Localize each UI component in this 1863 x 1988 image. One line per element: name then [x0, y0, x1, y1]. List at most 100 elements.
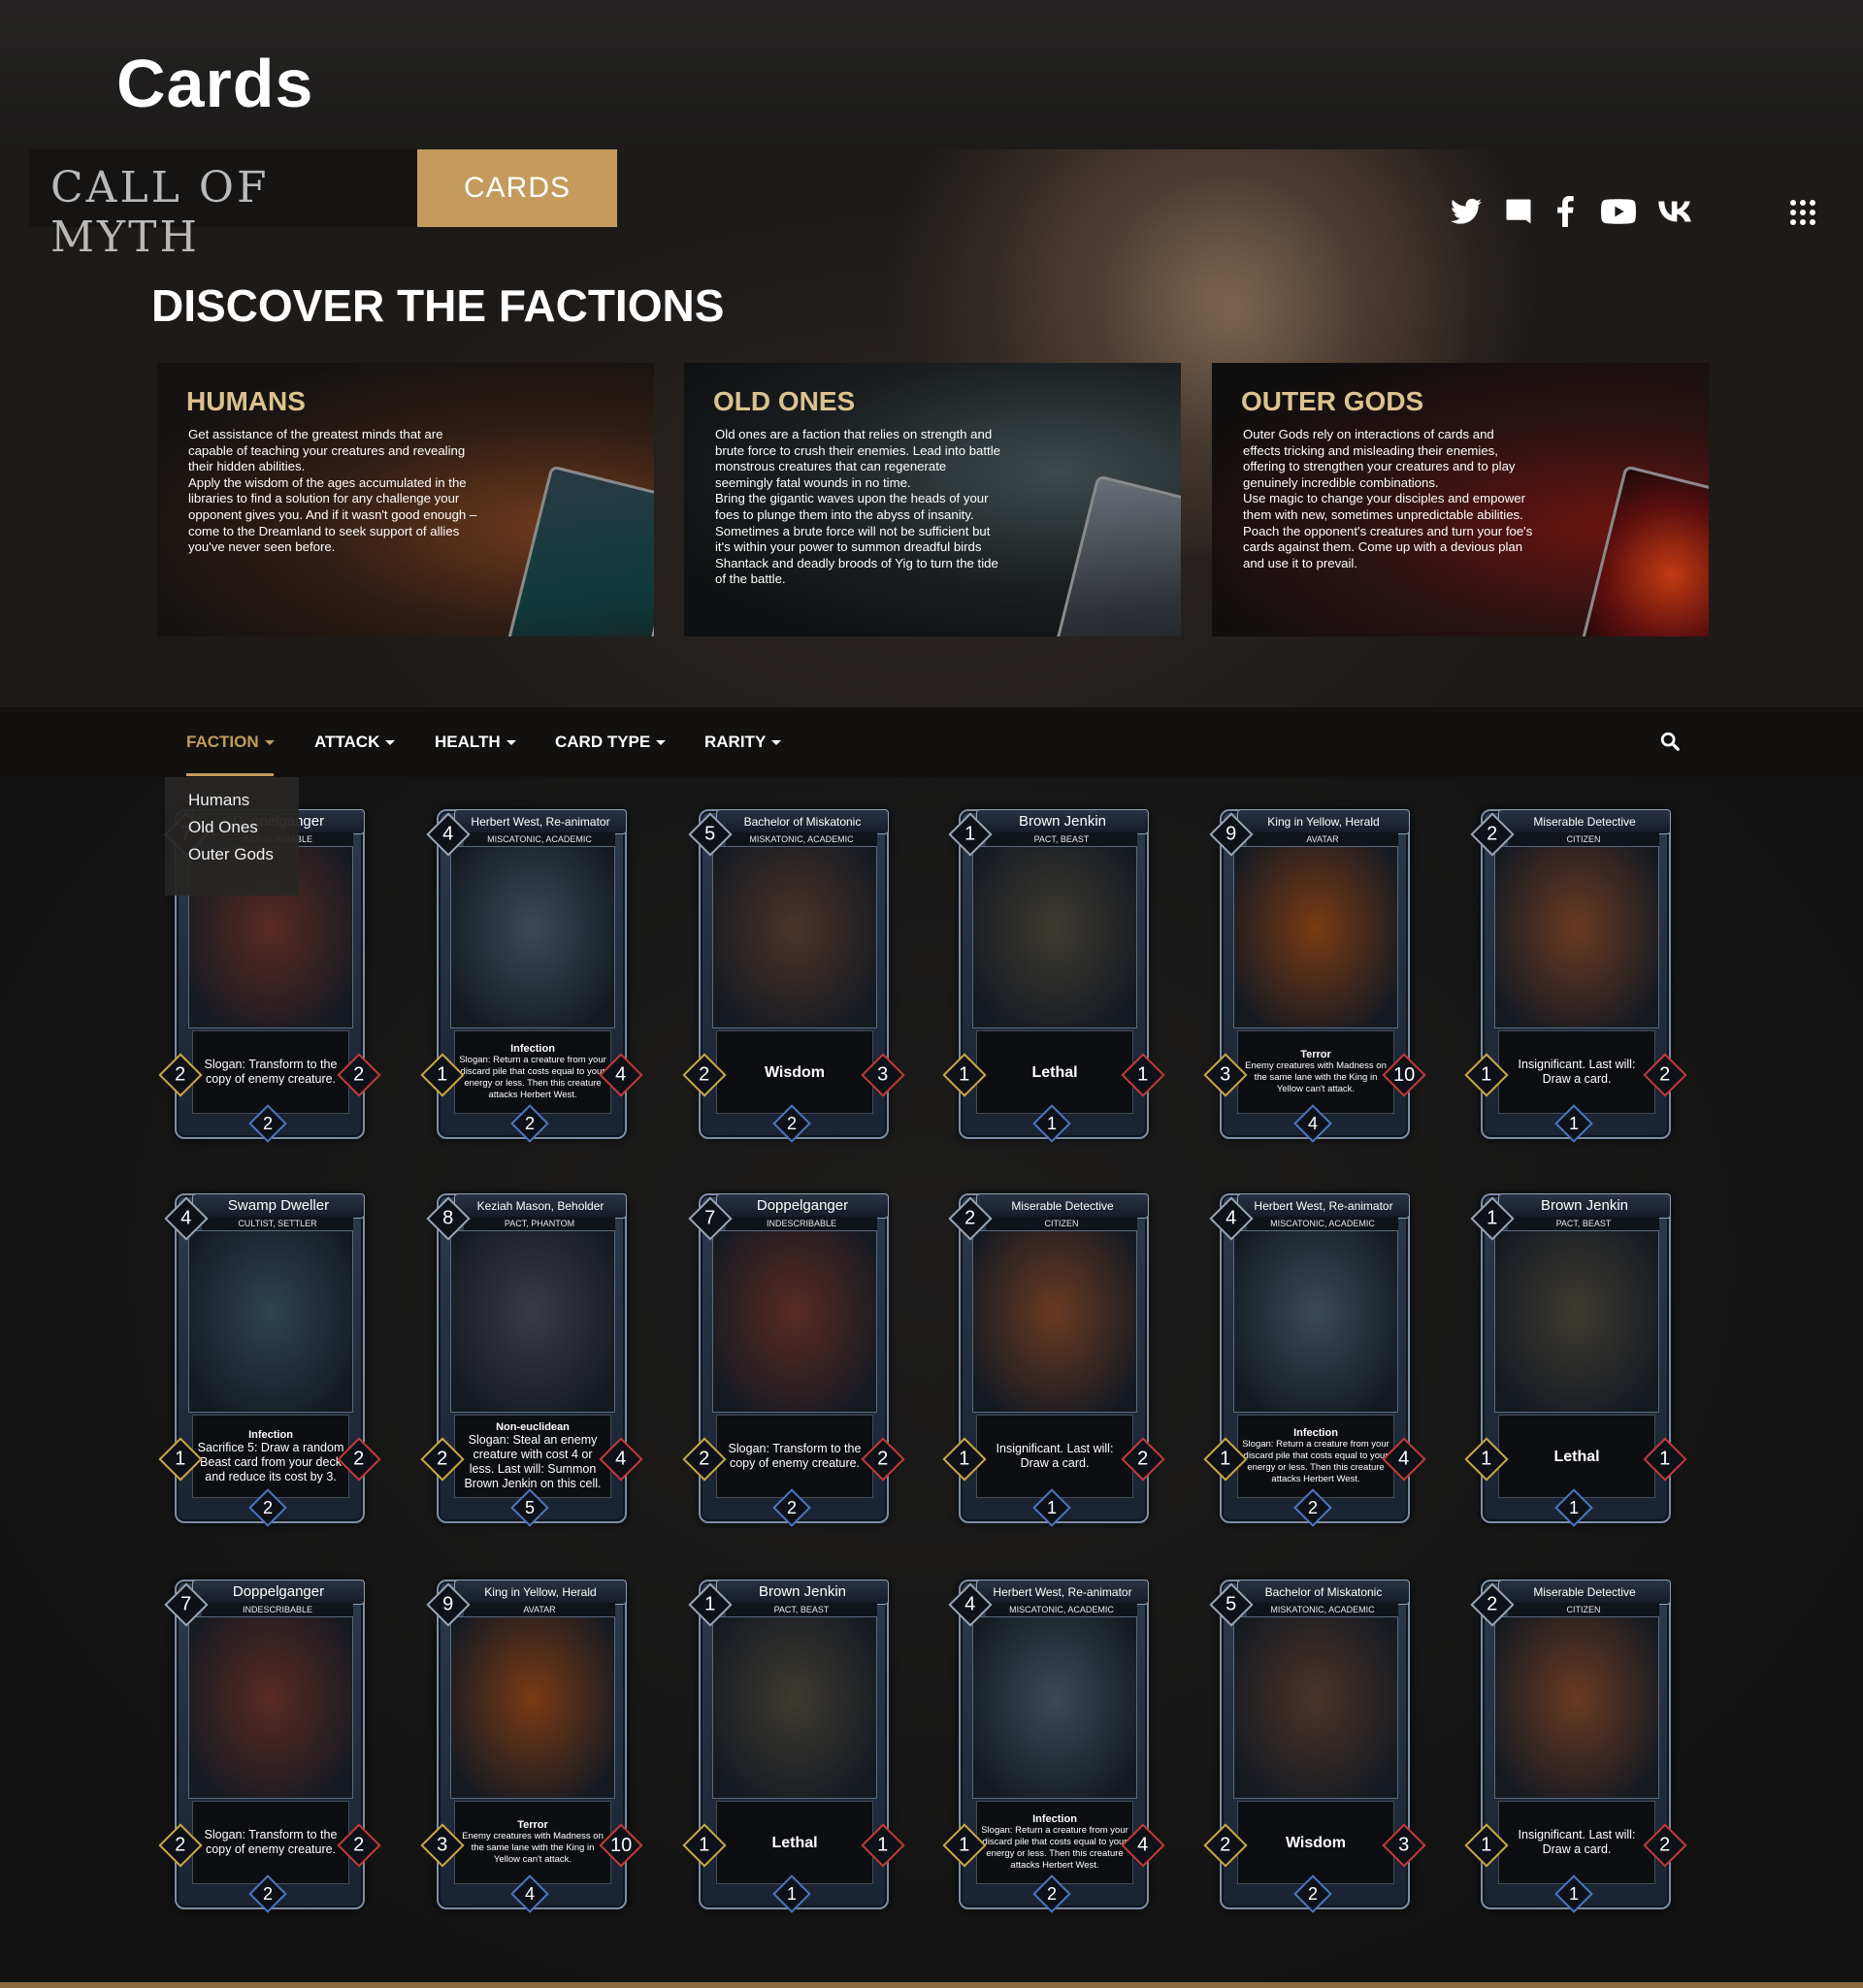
card-name: King in Yellow, Herald: [454, 1580, 627, 1605]
card-cost: 2: [1487, 824, 1498, 845]
card-textbox: Lethal: [716, 1801, 873, 1884]
apps-menu-icon[interactable]: [1790, 200, 1815, 225]
card-text: Slogan: Return a creature from your disc…: [1242, 1439, 1389, 1484]
card[interactable]: King in Yellow, Herald AVATAR Terror Enemy …: [1203, 801, 1426, 1143]
filter-bar: FACTION ATTACK HEALTH CARD TYPE RARITY: [0, 707, 1863, 777]
card-art: [1494, 1230, 1659, 1413]
filter-health[interactable]: HEALTH: [435, 733, 516, 752]
card[interactable]: Miserable Detective CITIZEN Insignificant.…: [942, 1186, 1165, 1527]
filter-faction[interactable]: FACTION: [186, 733, 275, 752]
card[interactable]: DoppelgangerINDESCRIBABLE Slogan: Transfo…: [158, 1572, 381, 1913]
card-attack: 2: [437, 1449, 448, 1470]
card-art: [1494, 846, 1659, 1028]
card[interactable]: Bachelor of Miskatonic MISKATONIC, ACADEM…: [682, 801, 905, 1143]
card[interactable]: Miserable Detective CITIZEN Insignificant.…: [1464, 1572, 1687, 1913]
chevron-down-icon: [264, 739, 275, 745]
card-grid: DoppelgangerINDESCRIBABLESlogan: Transfo…: [0, 777, 1863, 1982]
card-art: [972, 1616, 1137, 1799]
card[interactable]: Swamp Dweller CULTIST, SETTLER Infection Sa…: [158, 1186, 381, 1527]
card-textbox: Slogan: Transform to the copy of enemy c…: [192, 1030, 349, 1114]
card-tags: CULTIST, SETTLER: [202, 1217, 353, 1230]
card[interactable]: King in Yellow, Herald AVATAR Terror Enemy …: [420, 1572, 643, 1913]
faction-panel-humans[interactable]: HUMANS Get assistance of the greatest mi…: [157, 363, 654, 636]
faction-panel-outer-gods[interactable]: OUTER GODS Outer Gods rely on interactio…: [1212, 363, 1709, 636]
card-attack: 1: [1481, 1064, 1492, 1086]
card[interactable]: Brown Jenkin PACT, BEAST Lethal 1 1 1 1: [1464, 1186, 1687, 1527]
vk-icon[interactable]: [1658, 194, 1693, 229]
card[interactable]: Herbert West, Re-animator MISCATONIC, ACA…: [420, 801, 643, 1143]
card[interactable]: Bachelor of Miskatonic MISKATONIC, ACADEM…: [1203, 1572, 1426, 1913]
active-filter-underline: [186, 773, 274, 776]
card-name: Herbert West, Re-animator: [454, 809, 627, 834]
card-name: Keziah Mason, Beholder: [454, 1193, 627, 1219]
twitter-icon[interactable]: [1449, 194, 1484, 229]
card-health: 4: [1398, 1449, 1410, 1470]
youtube-icon[interactable]: [1601, 194, 1636, 229]
card-text: Lethal: [1031, 1063, 1078, 1081]
filter-rarity[interactable]: RARITY: [704, 733, 782, 752]
card-health: 10: [1392, 1064, 1416, 1086]
card-rarity: 2: [262, 1497, 274, 1517]
card-textbox: Insignificant. Last will: Draw a card.: [1498, 1030, 1655, 1114]
card-cost: 1: [1487, 1208, 1498, 1229]
card[interactable]: Miserable Detective CITIZEN Insignificant.…: [1464, 801, 1687, 1143]
card[interactable]: DoppelgangerINDESCRIBABLE Slogan: Transfo…: [682, 1186, 905, 1527]
card-cost: 4: [1226, 1208, 1237, 1229]
faction-card-art: [505, 465, 654, 636]
card-attack: 1: [175, 1449, 186, 1470]
card-health: 3: [1398, 1835, 1410, 1856]
card-text: Slogan: Return a creature from your disc…: [459, 1055, 606, 1100]
dropdown-option-old-ones[interactable]: Old Ones: [165, 814, 299, 841]
dropdown-option-outer-gods[interactable]: Outer Gods: [165, 841, 299, 868]
card-art: [712, 846, 877, 1028]
card-name: Bachelor of Miskatonic: [1237, 1580, 1410, 1605]
faction-panel-old-ones[interactable]: OLD ONES Old ones are a faction that rel…: [684, 363, 1181, 636]
card-rarity: 1: [1568, 1497, 1580, 1517]
card-health: 2: [1659, 1064, 1671, 1086]
card-health: 4: [615, 1449, 627, 1470]
hero-banner: CALL OF MYTH CARDS DISCOVER THE FACTIONS…: [0, 149, 1863, 707]
card[interactable]: Brown Jenkin PACT, BEAST Lethal 1 1 1 1: [682, 1572, 905, 1913]
card-tags: CITIZEN: [1508, 832, 1659, 846]
card[interactable]: Herbert West, Re-animator MISCATONIC, ACA…: [942, 1572, 1165, 1913]
faction-title: OUTER GODS: [1241, 386, 1424, 416]
filter-card-type[interactable]: CARD TYPE: [555, 733, 667, 752]
logo-container[interactable]: CALL OF MYTH: [29, 149, 417, 262]
card-rarity: 2: [1307, 1497, 1319, 1517]
card-rarity: 1: [1046, 1113, 1058, 1133]
card-cost: 4: [442, 824, 454, 845]
card-tags: MISCATONIC, ACADEMIC: [986, 1603, 1137, 1616]
card[interactable]: Herbert West, Re-animator MISCATONIC, ACA…: [1203, 1186, 1426, 1527]
search-icon[interactable]: [1659, 731, 1681, 752]
card-tags: MISKATONIC, ACADEMIC: [726, 832, 877, 846]
card[interactable]: Keziah Mason, Beholder PACT, PHANTOM Non-e…: [420, 1186, 643, 1527]
card-attack: 3: [1220, 1064, 1231, 1086]
card-rarity: 1: [786, 1883, 798, 1904]
card-textbox: Lethal: [976, 1030, 1133, 1114]
card-art: [450, 1230, 615, 1413]
faction-title: HUMANS: [186, 386, 306, 416]
card-attack: 3: [437, 1835, 448, 1856]
card-tags: CITIZEN: [986, 1217, 1137, 1230]
card-textbox: Slogan: Transform to the copy of enemy c…: [716, 1415, 873, 1498]
facebook-icon[interactable]: [1548, 194, 1583, 229]
nav-cards-button[interactable]: CARDS: [417, 149, 617, 227]
card-art: [1233, 846, 1398, 1028]
card-keyword: Non-euclidean: [496, 1421, 570, 1433]
card-tags: PACT, BEAST: [1508, 1217, 1659, 1230]
card-textbox: Infection Slogan: Return a creature from …: [1237, 1415, 1394, 1498]
card-textbox: Insignificant. Last will: Draw a card.: [976, 1415, 1133, 1498]
dropdown-option-humans[interactable]: Humans: [165, 787, 299, 814]
card[interactable]: Brown Jenkin PACT, BEAST Lethal 1 1 1 1: [942, 801, 1165, 1143]
card-text: Slogan: Transform to the copy of enemy c…: [204, 1828, 338, 1856]
card-attack: 2: [175, 1835, 186, 1856]
card-rarity: 2: [524, 1113, 536, 1133]
card-art: [188, 1230, 353, 1413]
card-art: [450, 846, 615, 1028]
discord-icon[interactable]: [1501, 194, 1536, 229]
card-rarity: 5: [524, 1497, 536, 1517]
card-art: [972, 1230, 1137, 1413]
card-attack: 1: [959, 1449, 970, 1470]
filter-attack[interactable]: ATTACK: [314, 733, 396, 752]
card-textbox: Infection Sacrifice 5: Draw a random Beas…: [192, 1415, 349, 1498]
